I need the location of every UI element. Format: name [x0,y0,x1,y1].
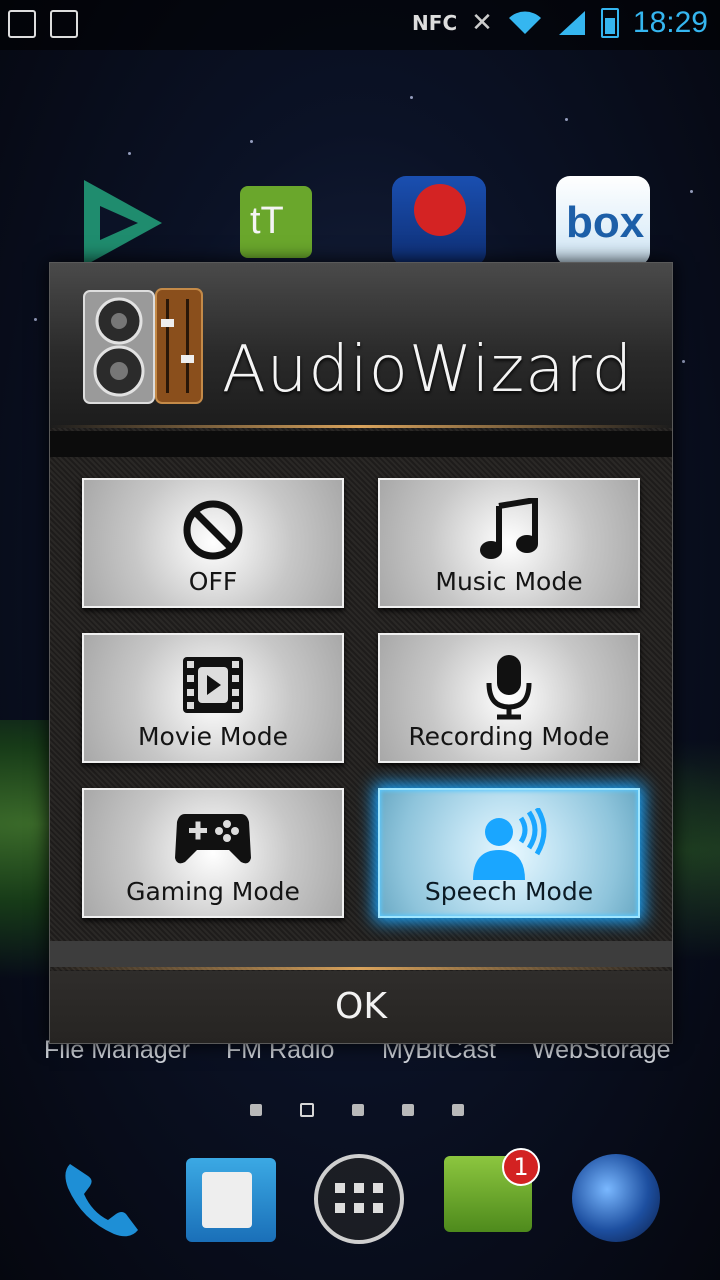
tt-app-label: tT [250,200,284,242]
box-app-icon[interactable]: box [556,176,650,266]
music-note-icon [480,498,538,559]
mode-gaming-button[interactable]: Gaming Mode [82,788,344,918]
page-dot[interactable] [352,1104,364,1116]
microphone-icon [486,655,532,720]
box-app-label: box [566,198,645,247]
mode-recording-button[interactable]: Recording Mode [378,633,640,763]
speech-person-icon [473,808,547,880]
page-indicator [250,1103,464,1117]
signal-icon [558,11,585,35]
mode-off-button[interactable]: OFF [82,478,344,608]
wifi-icon [508,11,541,34]
mode-gaming-label: Gaming Mode [126,877,300,906]
audiowizard-dialog: AudioWizard OFF Music Mode Movie Mode Re… [49,262,673,1044]
gamepad-icon [175,814,251,864]
dialog-title: AudioWizard [222,333,634,407]
mode-movie-button[interactable]: Movie Mode [82,633,344,763]
grid-dots-icon [335,1183,383,1213]
mode-movie-label: Movie Mode [137,722,289,751]
clock: 18:29 [632,6,708,39]
video-app-icon[interactable] [76,178,170,268]
film-icon [183,657,243,713]
ok-button[interactable]: OK [50,971,672,1043]
battery-saver-icon [8,10,36,38]
status-bar: NFC ✕ 18:29 [0,0,720,50]
mode-speech-label: Speech Mode [424,877,594,906]
app-drawer-icon[interactable] [314,1154,404,1244]
nfc-indicator: NFC [412,11,458,35]
mode-off-label: OFF [188,567,238,596]
red-bird-icon [414,184,466,236]
contact-card-icon [202,1172,252,1228]
page-dot-current[interactable] [300,1103,314,1117]
contacts-icon[interactable] [186,1158,276,1242]
image-icon [50,10,78,38]
battery-icon [600,8,619,38]
mode-music-label: Music Mode [435,567,583,596]
tt-app-icon[interactable]: tT [240,186,312,258]
browser-icon[interactable] [572,1154,660,1242]
mute-icon: ✕ [471,8,493,38]
page-dot[interactable] [250,1104,262,1116]
mode-recording-label: Recording Mode [408,722,610,751]
off-icon [183,500,243,560]
messaging-icon[interactable]: 1 [444,1148,540,1232]
phone-icon[interactable] [52,1150,148,1246]
angry-birds-space-icon[interactable] [392,176,486,266]
unread-badge: 1 [502,1148,540,1186]
dialog-header: AudioWizard [50,263,672,428]
page-dot[interactable] [402,1104,414,1116]
mode-music-button[interactable]: Music Mode [378,478,640,608]
audiowizard-speaker-icon [83,288,203,404]
mode-speech-button[interactable]: Speech Mode [378,788,640,918]
page-dot[interactable] [452,1104,464,1116]
